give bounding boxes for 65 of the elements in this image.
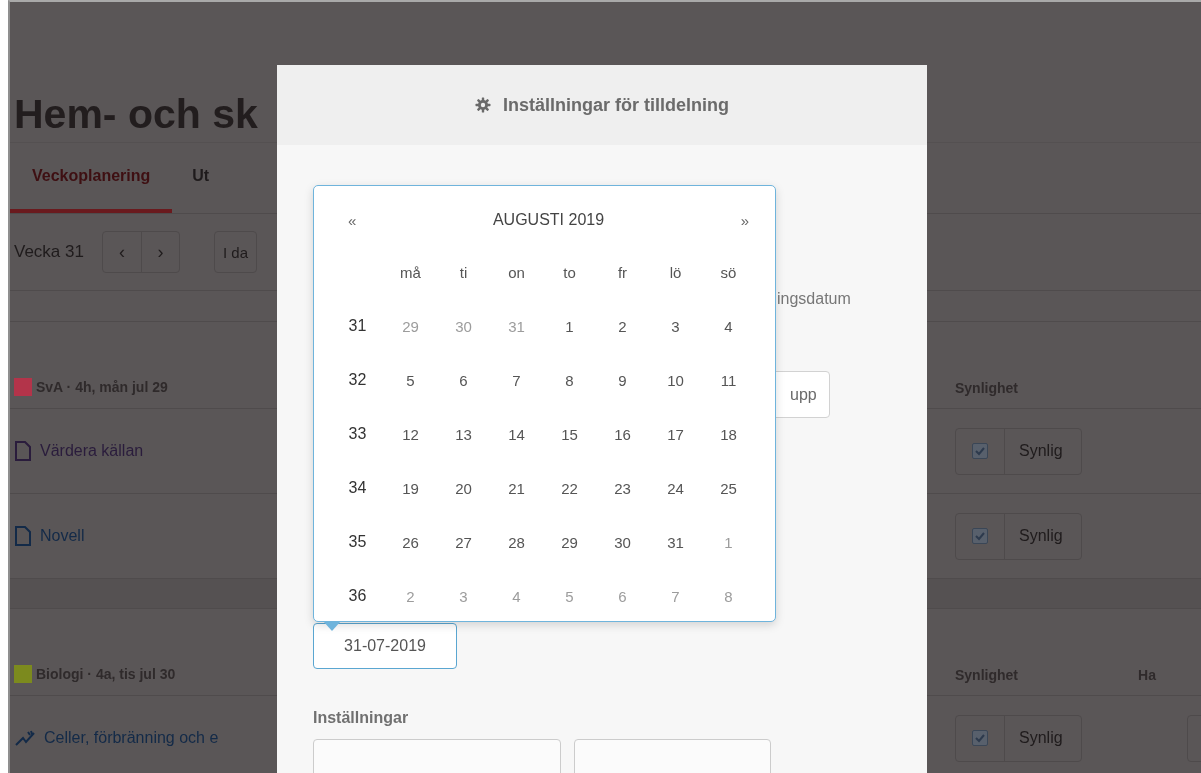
week-number: 35 xyxy=(347,532,368,552)
weekday-label: fr xyxy=(616,262,629,283)
settings-field[interactable] xyxy=(313,739,561,773)
weekday-label: må xyxy=(399,262,422,283)
document-icon xyxy=(14,525,32,547)
week-label: Vecka 31 xyxy=(14,242,84,262)
day-cell[interactable]: 13 xyxy=(437,407,490,461)
day-cell[interactable]: 16 xyxy=(596,407,649,461)
day-cell[interactable]: 23 xyxy=(596,461,649,515)
day-cell[interactable]: 8 xyxy=(543,353,596,407)
visibility-label: Synlig xyxy=(1004,513,1081,559)
day-cell[interactable]: 5 xyxy=(384,353,437,407)
day-cell[interactable]: 18 xyxy=(702,407,755,461)
day-cell[interactable]: 10 xyxy=(649,353,702,407)
visibility-label: Synlig xyxy=(1004,715,1081,761)
month-title: AUGUSTI 2019 xyxy=(492,211,605,229)
week-number: 33 xyxy=(347,424,368,444)
day-cell[interactable]: 9 xyxy=(596,353,649,407)
day-cell[interactable]: 20 xyxy=(437,461,490,515)
day-cell[interactable]: 30 xyxy=(596,515,649,569)
weekday-label: lö xyxy=(668,262,683,283)
day-cell[interactable]: 19 xyxy=(384,461,437,515)
day-cell[interactable]: 1 xyxy=(543,299,596,353)
day-cell[interactable]: 2 xyxy=(596,299,649,353)
weekday-label: sö xyxy=(719,262,738,283)
day-cell[interactable]: 11 xyxy=(702,353,755,407)
day-cell[interactable]: 7 xyxy=(490,353,543,407)
day-cell[interactable]: 4 xyxy=(702,299,755,353)
weekday-label: on xyxy=(507,262,526,283)
day-cell[interactable]: 25 xyxy=(702,461,755,515)
day-cell[interactable]: 12 xyxy=(384,407,437,461)
day-cell[interactable]: 15 xyxy=(543,407,596,461)
week-number: 36 xyxy=(347,586,368,606)
weekday-label: to xyxy=(562,262,577,283)
week-number: 32 xyxy=(347,370,368,390)
checkbox[interactable] xyxy=(972,730,988,746)
scribble-icon xyxy=(14,729,36,747)
day-cell[interactable]: 3 xyxy=(649,299,702,353)
day-cell[interactable]: 6 xyxy=(437,353,490,407)
option-label: ingsdatum xyxy=(777,290,851,307)
day-cell[interactable]: 27 xyxy=(437,515,490,569)
week-number: 34 xyxy=(347,478,368,498)
day-cell[interactable]: 22 xyxy=(543,461,596,515)
settings-field[interactable] xyxy=(574,739,771,773)
previous-month-button[interactable]: « xyxy=(344,211,361,229)
date-field[interactable]: 31-07-2019 xyxy=(313,623,457,669)
checkbox[interactable] xyxy=(972,443,988,459)
day-cell[interactable]: 17 xyxy=(649,407,702,461)
day-cell[interactable]: 24 xyxy=(649,461,702,515)
visibility-label: Synlig xyxy=(1004,428,1081,474)
day-cell[interactable]: 26 xyxy=(384,515,437,569)
day-cell[interactable]: 28 xyxy=(490,515,543,569)
next-month-button[interactable]: » xyxy=(736,211,753,229)
settings-heading: Inställningar xyxy=(313,709,410,727)
week-number: 31 xyxy=(347,316,368,336)
document-icon xyxy=(14,440,32,462)
weekday-label: ti xyxy=(458,262,469,283)
day-cell[interactable]: 29 xyxy=(543,515,596,569)
page-title: Hem- och sk xyxy=(14,91,258,138)
checkbox[interactable] xyxy=(972,528,988,544)
day-cell[interactable]: 21 xyxy=(490,461,543,515)
day-cell[interactable]: 31 xyxy=(649,515,702,569)
settings-icon xyxy=(475,97,491,113)
dialog-title: Inställningar för tilldelning xyxy=(503,94,729,116)
day-cell[interactable]: 14 xyxy=(490,407,543,461)
